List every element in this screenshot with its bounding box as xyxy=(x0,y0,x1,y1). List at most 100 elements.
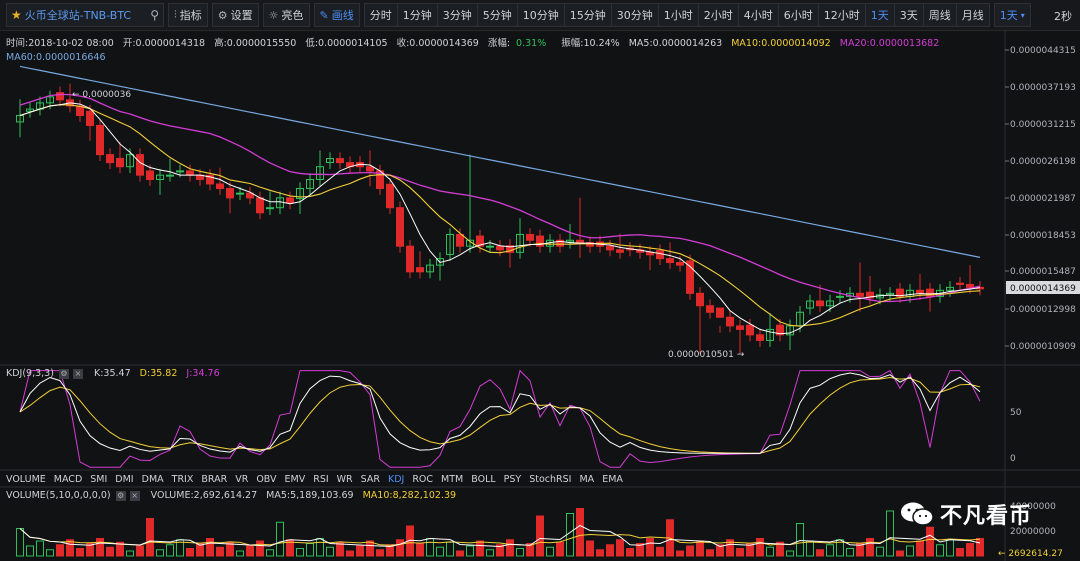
candle-body xyxy=(706,305,714,313)
volume-bar xyxy=(536,515,544,557)
volume-bar xyxy=(916,540,924,557)
indicator-tab-13[interactable]: KDJ xyxy=(388,474,404,485)
close-icon[interactable]: × xyxy=(129,490,140,501)
price-tick-label: 0.0000010909 xyxy=(1010,342,1076,352)
volume-bar xyxy=(946,539,954,557)
indicator-tab-3[interactable]: DMI xyxy=(115,474,133,485)
volume-bar xyxy=(646,538,654,557)
volume-bar xyxy=(256,540,264,557)
kdj-d-value: D:35.82 xyxy=(139,368,178,379)
high-marker: ← 0.0000036 xyxy=(72,90,131,100)
volume-bar xyxy=(596,549,604,557)
volume-bar xyxy=(676,550,684,557)
close-icon[interactable]: × xyxy=(72,368,83,379)
watermark-text: 不凡看币 xyxy=(940,504,1033,529)
candle-body xyxy=(106,154,114,164)
candle-body xyxy=(146,170,154,181)
indicator-tab-18[interactable]: StochRSI xyxy=(529,474,571,485)
volume-ma10: MA10:8,282,102.39 xyxy=(362,490,457,501)
candle-body xyxy=(726,316,734,327)
volume-label: VOLUME(5,10,0,0,0,0) xyxy=(6,490,111,501)
kdj-k-value: K:35.47 xyxy=(94,368,131,379)
price-tick-label: 0.0000044315 xyxy=(1010,46,1076,56)
candle-body xyxy=(656,250,664,260)
last-price-label: 0.0000014369 xyxy=(1010,284,1076,294)
indicator-tab-19[interactable]: MA xyxy=(579,474,594,485)
indicator-tab-20[interactable]: EMA xyxy=(602,474,623,485)
kdj-j-line xyxy=(19,369,981,468)
candle-body xyxy=(396,207,404,247)
kdj-header: KDJ(9,3,3) ⚙ × K:35.47 D:35.82 J:34.76 xyxy=(6,368,220,379)
indicator-tab-9[interactable]: EMV xyxy=(285,474,306,485)
volume-bar xyxy=(346,550,354,557)
candle-body xyxy=(526,233,534,241)
candle-body xyxy=(676,261,684,266)
volume-bar xyxy=(316,538,324,557)
candle-body xyxy=(266,207,274,210)
candle-body xyxy=(236,192,244,195)
volume-bar xyxy=(136,545,144,557)
candle-body xyxy=(836,295,844,298)
candle-body xyxy=(666,258,674,263)
candle-body xyxy=(746,324,754,336)
candle-body xyxy=(166,174,174,177)
price-tick-label: 0.0000012998 xyxy=(1010,305,1076,315)
volume-ma10-line xyxy=(19,528,981,546)
indicator-tab-12[interactable]: SAR xyxy=(361,474,380,485)
indicator-tab-14[interactable]: ROC xyxy=(412,474,433,485)
watermark: 不凡看币 xyxy=(900,498,1032,530)
volume-bar xyxy=(186,548,194,557)
candle-body xyxy=(816,300,824,307)
volume-bar xyxy=(296,548,304,557)
volume-bar xyxy=(576,508,584,557)
indicator-tab-4[interactable]: DMA xyxy=(142,474,164,485)
indicator-tab-16[interactable]: BOLL xyxy=(471,474,495,485)
volume-bar xyxy=(876,546,884,557)
candle-body xyxy=(736,325,744,330)
candle-body xyxy=(756,334,764,341)
volume-bar xyxy=(926,526,934,557)
indicator-tab-2[interactable]: SMI xyxy=(90,474,107,485)
volume-bar xyxy=(586,540,594,557)
indicator-tab-10[interactable]: RSI xyxy=(313,474,328,485)
wechat-icon xyxy=(900,501,934,527)
volume-bar xyxy=(556,541,564,557)
indicator-tab-6[interactable]: BRAR xyxy=(201,474,227,485)
volume-bar xyxy=(306,543,314,557)
volume-bar xyxy=(816,549,824,557)
indicator-tabs: VOLUME MACD SMI DMI DMA TRIX BRAR VR OBV EMV RSI WR… xyxy=(6,474,623,485)
candle-body xyxy=(606,245,614,251)
indicator-tab-0[interactable]: VOLUME xyxy=(6,474,46,485)
indicator-tab-1[interactable]: MACD xyxy=(54,474,82,485)
candle-body xyxy=(406,245,414,273)
volume-bar xyxy=(396,539,404,557)
candle-body xyxy=(136,154,144,176)
kdj-label: KDJ(9,3,3) xyxy=(6,368,54,379)
candle-body xyxy=(686,260,694,294)
indicator-tab-5[interactable]: TRIX xyxy=(172,474,194,485)
volume-bar xyxy=(246,545,254,557)
indicator-tab-8[interactable]: OBV xyxy=(256,474,276,485)
price-tick-label: 0.0000021987 xyxy=(1010,194,1076,204)
volume-bar xyxy=(16,528,24,557)
price-tick-label: 0.0000031215 xyxy=(1010,120,1076,130)
indicator-tab-17[interactable]: PSY xyxy=(504,474,522,485)
candle-body xyxy=(416,267,424,273)
volume-bar xyxy=(96,538,104,557)
candle-body xyxy=(496,245,504,251)
volume-bar xyxy=(46,549,54,557)
volume-bar xyxy=(106,546,114,557)
volume-bar xyxy=(326,546,334,557)
volume-bar xyxy=(886,510,894,557)
indicator-tab-7[interactable]: VR xyxy=(235,474,248,485)
indicator-tab-15[interactable]: MTM xyxy=(441,474,463,485)
volume-bar xyxy=(416,543,424,557)
settings-icon[interactable]: ⚙ xyxy=(58,368,69,379)
volume-bar xyxy=(206,538,214,557)
indicator-tab-11[interactable]: WR xyxy=(337,474,353,485)
settings-icon[interactable]: ⚙ xyxy=(115,490,126,501)
volume-bar xyxy=(956,548,964,557)
candle-body xyxy=(116,157,124,168)
volume-bar xyxy=(976,538,984,557)
candle-body xyxy=(336,158,344,164)
